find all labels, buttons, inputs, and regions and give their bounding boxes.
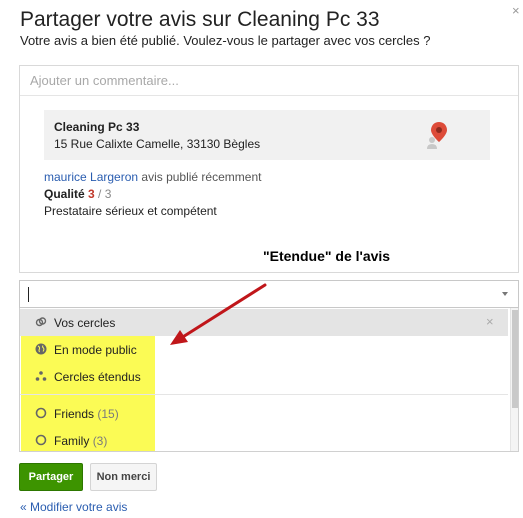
comment-input[interactable] [20, 66, 518, 96]
share-button[interactable]: Partager [19, 463, 83, 491]
audience-option-family[interactable]: Family (3) [20, 427, 508, 451]
dialog-subtitle: Votre avis a bien été publié. Voulez-vou… [20, 33, 431, 48]
reviewer-link[interactable]: maurice Largeron [44, 170, 138, 184]
audience-option-friends[interactable]: Friends (15) [20, 400, 508, 427]
place-name[interactable]: Cleaning Pc 33 [54, 120, 139, 134]
extended-circles-icon [35, 371, 47, 381]
annotation-arrow [170, 283, 267, 345]
scrollbar[interactable] [510, 308, 518, 451]
option-label: Cercles étendus [54, 370, 141, 384]
circle-icon [35, 407, 47, 419]
rating-max: / 3 [94, 187, 112, 201]
circle-icon [35, 434, 47, 446]
review-status: avis publié récemment [138, 170, 262, 184]
scrollbar-thumb[interactable] [512, 310, 518, 408]
audience-option-extended[interactable]: Cercles étendus [20, 363, 508, 390]
option-label: Vos cercles [54, 316, 116, 330]
divider [20, 394, 508, 395]
map-pin-icon [427, 122, 447, 149]
option-label: En mode public [54, 343, 137, 357]
circles-icon [35, 317, 47, 327]
option-count: (3) [92, 434, 108, 448]
rating-label: Qualité [44, 187, 89, 201]
place-card[interactable]: Cleaning Pc 33 15 Rue Calixte Camelle, 3… [44, 110, 490, 160]
option-label: Friends (15) [54, 407, 119, 421]
globe-icon [35, 343, 47, 355]
text-caret [28, 287, 29, 302]
rating-value: 3 [88, 187, 95, 201]
annotation-label: "Etendue" de l'avis [263, 248, 391, 264]
dialog-title: Partager votre avis sur Cleaning Pc 33 [20, 8, 380, 31]
cancel-button[interactable]: Non merci [90, 463, 157, 491]
review-meta: maurice Largeron avis publié récemment [44, 170, 261, 184]
close-icon[interactable]: × [512, 4, 522, 17]
remove-icon[interactable]: × [486, 314, 494, 329]
edit-review-link[interactable]: « Modifier votre avis [20, 500, 127, 514]
option-label: Family (3) [54, 434, 108, 448]
chevron-down-icon[interactable] [502, 292, 508, 296]
place-address: 15 Rue Calixte Camelle, 33130 Bègles [54, 137, 261, 151]
review-text: Prestataire sérieux et compétent [44, 204, 217, 218]
share-card: Cleaning Pc 33 15 Rue Calixte Camelle, 3… [19, 65, 519, 273]
option-count: (15) [97, 407, 119, 421]
rating: Qualité 3 / 3 [44, 187, 111, 201]
